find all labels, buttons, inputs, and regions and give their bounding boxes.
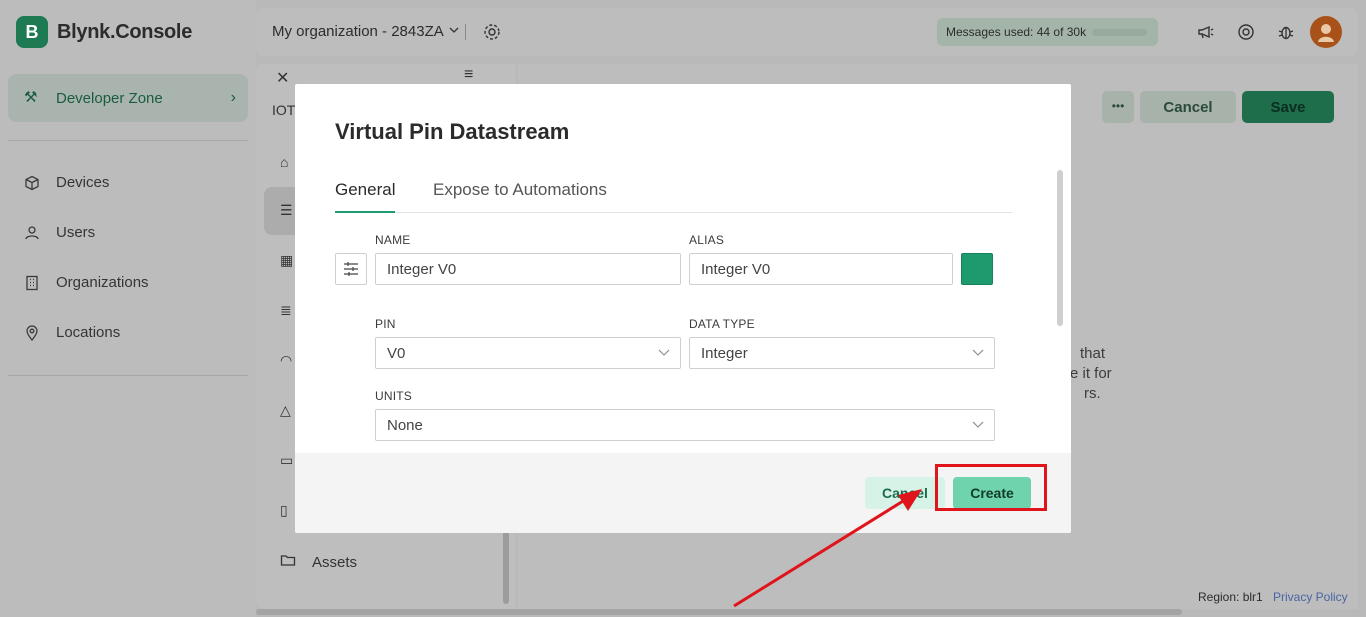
logo-mark: B [16, 16, 48, 48]
user-icon [24, 225, 40, 241]
region-label: Region: blr1 [1198, 590, 1263, 604]
annotation-highlight-box [935, 464, 1047, 511]
top-bar: My organization - 2843ZA Messages used: … [256, 8, 1358, 56]
pin-icon [24, 324, 40, 341]
color-picker[interactable] [961, 253, 993, 285]
tab-general[interactable]: General [335, 180, 396, 213]
name-label: NAME [375, 233, 411, 247]
messages-value: 44 of 30k [1036, 25, 1087, 39]
name-input[interactable]: Integer V0 [375, 253, 681, 285]
page-cancel-button[interactable]: Cancel [1140, 91, 1236, 123]
hint-text: that e it for rs. [1070, 344, 1112, 404]
chevron-down-icon [449, 25, 459, 38]
sliders-icon [344, 262, 358, 276]
home-icon[interactable]: ⌂ [280, 154, 288, 170]
sidebar-item-organizations[interactable]: Organizations [24, 274, 149, 291]
chevron-down-icon [972, 421, 984, 428]
nav-item-assets[interactable]: Assets [280, 552, 357, 572]
logo-text: Blynk.Console [57, 20, 193, 43]
cube-icon [24, 175, 40, 191]
left-sidebar: B Blynk.Console ⚒ Developer Zone › Devic… [0, 0, 256, 617]
page-save-button[interactable]: Save [1242, 91, 1334, 123]
hint-line: e it for [1070, 365, 1112, 382]
organization-selector[interactable]: My organization - 2843ZA [272, 23, 459, 40]
logo[interactable]: B Blynk.Console [16, 16, 192, 48]
divider [465, 24, 466, 40]
more-options-button[interactable]: ••• [1102, 91, 1134, 123]
modal-title: Virtual Pin Datastream [335, 119, 570, 144]
messages-progress-bar [1092, 28, 1148, 36]
hint-line: that [1080, 345, 1106, 362]
avatar[interactable] [1310, 16, 1342, 48]
divider [8, 375, 248, 376]
sidebar-item-label: Locations [56, 324, 121, 341]
hint-line: rs. [1084, 385, 1101, 402]
sidebar-item-label: Devices [56, 174, 110, 191]
privacy-policy-link[interactable]: Privacy Policy [1273, 590, 1348, 604]
messages-label: Messages used: [946, 25, 1034, 39]
scrollbar[interactable] [503, 524, 509, 604]
chevron-down-icon [972, 349, 984, 356]
wifi-icon[interactable]: ◠ [280, 352, 292, 369]
tab-expose-to-automations[interactable]: Expose to Automations [433, 180, 607, 213]
sidebar-item-label: Developer Zone [56, 89, 163, 107]
chevron-right-icon: › [230, 89, 236, 106]
chevron-down-icon [658, 349, 670, 356]
building-icon [24, 275, 40, 291]
pin-select-value: V0 [387, 344, 406, 362]
alias-label: ALIAS [689, 233, 725, 247]
sidebar-item-label: Organizations [56, 274, 149, 291]
bug-icon[interactable] [1276, 22, 1296, 42]
menu-icon[interactable]: ≡ [464, 66, 473, 84]
organization-name: My organization - 2843ZA [272, 23, 444, 40]
sidebar-item-developer-zone[interactable]: ⚒ Developer Zone › [8, 74, 248, 122]
tools-icon: ⚒ [24, 89, 38, 106]
mobile-icon[interactable]: ▯ [280, 502, 288, 519]
megaphone-icon[interactable] [1196, 22, 1216, 42]
divider [8, 140, 248, 141]
modal-scrollbar[interactable] [1057, 170, 1063, 326]
datastreams-icon[interactable]: ☰ [280, 202, 293, 219]
book-icon[interactable]: ▭ [280, 452, 293, 469]
datastream-icon-picker[interactable] [335, 253, 367, 285]
gear-icon[interactable] [482, 22, 502, 42]
sidebar-item-locations[interactable]: Locations [24, 324, 120, 341]
sidebar-item-devices[interactable]: Devices [24, 174, 109, 191]
units-select[interactable]: None [375, 409, 995, 441]
modal-cancel-button[interactable]: Cancel [865, 477, 945, 509]
list-icon[interactable]: ≣ [280, 302, 292, 319]
data-type-select[interactable]: Integer [689, 337, 995, 369]
alias-input[interactable]: Integer V0 [689, 253, 953, 285]
units-label: UNITS [375, 389, 412, 403]
sidebar-item-users[interactable]: Users [24, 224, 95, 241]
support-icon[interactable] [1236, 22, 1256, 42]
messages-usage: Messages used: 44 of 30k [937, 18, 1158, 46]
pin-select[interactable]: V0 [375, 337, 681, 369]
close-icon[interactable]: ✕ [276, 68, 289, 88]
pin-label: PIN [375, 317, 396, 331]
horizontal-scrollbar[interactable] [256, 609, 1182, 615]
units-select-value: None [387, 416, 423, 434]
data-type-label: DATA TYPE [689, 317, 755, 331]
sidebar-item-label: Users [56, 224, 96, 241]
data-type-select-value: Integer [701, 344, 748, 362]
nav-item-label: Assets [312, 553, 358, 571]
bell-icon[interactable]: △ [280, 402, 291, 419]
folder-icon [280, 552, 296, 572]
modal-tabs: General Expose to Automations [335, 180, 1012, 213]
grid-icon[interactable]: ▦ [280, 252, 293, 269]
